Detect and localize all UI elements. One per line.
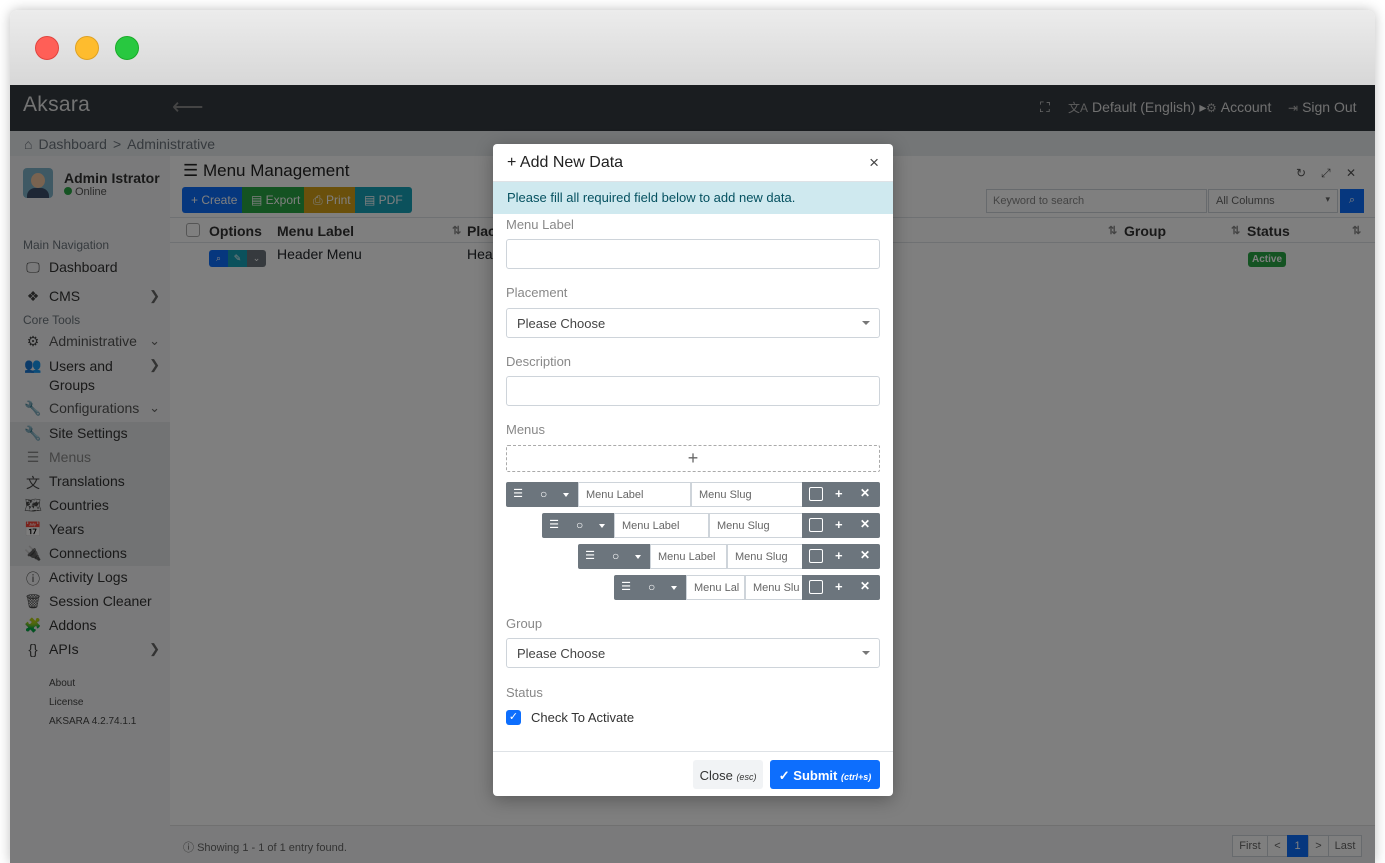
add-child-icon[interactable]: + — [835, 548, 843, 563]
menu-slug-field[interactable]: Menu Slug — [727, 544, 803, 569]
description-input[interactable] — [506, 376, 880, 406]
new-tab-checkbox[interactable] — [809, 549, 823, 563]
menu-label-field[interactable]: Menu Lal — [686, 575, 745, 600]
icon-picker[interactable]: ○ — [602, 544, 650, 569]
info-alert: Please fill all required field below to … — [493, 182, 893, 214]
circle-icon: ○ — [648, 580, 656, 594]
menus-label: Menus — [506, 422, 546, 437]
description-label: Description — [506, 354, 572, 369]
menu-item-row: ☰ ○ Menu Label Menu Slug + ✕ — [506, 482, 880, 507]
modal-title: + Add New Data — [507, 154, 624, 171]
check-icon: ✓ — [778, 768, 794, 783]
caret-down-icon — [862, 321, 870, 325]
menu-label-label: Menu Label — [506, 217, 574, 232]
circle-icon: ○ — [576, 518, 584, 532]
menu-item-row: ☰ ○ Menu Label Menu Slug + ✕ — [578, 544, 880, 569]
menu-slug-field[interactable]: Menu Slug — [709, 513, 803, 538]
circle-icon: ○ — [540, 487, 548, 501]
caret-down-icon — [862, 651, 870, 655]
minimize-window-button[interactable] — [75, 36, 99, 60]
close-icon[interactable]: × — [869, 153, 879, 173]
maximize-window-button[interactable] — [115, 36, 139, 60]
menu-slug-field[interactable]: Menu Slu — [745, 575, 803, 600]
submit-button[interactable]: ✓ Submit (ctrl+s) — [770, 760, 880, 789]
menu-item-row: ☰ ○ Menu Label Menu Slug + ✕ — [542, 513, 880, 538]
remove-icon[interactable]: ✕ — [860, 517, 870, 531]
remove-icon[interactable]: ✕ — [860, 486, 870, 500]
menu-row-tools: + ✕ — [802, 513, 880, 538]
new-tab-checkbox[interactable] — [809, 487, 823, 501]
close-button[interactable]: Close (esc) — [693, 760, 763, 789]
drag-handle-icon[interactable]: ☰ — [506, 482, 530, 507]
new-tab-checkbox[interactable] — [809, 518, 823, 532]
group-label: Group — [506, 616, 543, 631]
menu-slug-field[interactable]: Menu Slug — [691, 482, 803, 507]
drag-handle-icon[interactable]: ☰ — [542, 513, 566, 538]
status-checkbox-label[interactable]: Check To Activate — [531, 710, 634, 725]
close-window-button[interactable] — [35, 36, 59, 60]
menu-label-input[interactable] — [506, 239, 880, 269]
window-titlebar — [10, 10, 1375, 85]
status-label: Status — [506, 685, 543, 700]
group-select[interactable]: Please Choose — [506, 638, 880, 668]
add-data-modal: + Add New Data × Please fill all require… — [493, 144, 893, 796]
add-child-icon[interactable]: + — [835, 517, 843, 532]
status-checkbox[interactable]: ✓ — [506, 710, 521, 725]
menu-row-tools: + ✕ — [802, 482, 880, 507]
add-child-icon[interactable]: + — [835, 579, 843, 594]
add-child-icon[interactable]: + — [835, 486, 843, 501]
menu-label-field[interactable]: Menu Label — [614, 513, 709, 538]
modal-header: + Add New Data × — [493, 144, 893, 182]
add-menu-button[interactable]: + — [506, 445, 880, 472]
menu-label-field[interactable]: Menu Label — [578, 482, 691, 507]
drag-handle-icon[interactable]: ☰ — [614, 575, 638, 600]
circle-icon: ○ — [612, 549, 620, 563]
icon-picker[interactable]: ○ — [566, 513, 614, 538]
menu-row-tools: + ✕ — [802, 544, 880, 569]
drag-handle-icon[interactable]: ☰ — [578, 544, 602, 569]
remove-icon[interactable]: ✕ — [860, 579, 870, 593]
placement-select[interactable]: Please Choose — [506, 308, 880, 338]
placement-label: Placement — [506, 285, 568, 300]
icon-picker[interactable]: ○ — [638, 575, 686, 600]
new-tab-checkbox[interactable] — [809, 580, 823, 594]
menu-item-row: ☰ ○ Menu Lal Menu Slu + ✕ — [614, 575, 880, 600]
plus-icon: + — [507, 154, 520, 171]
menu-label-field[interactable]: Menu Label — [650, 544, 727, 569]
plus-icon: + — [687, 448, 699, 468]
icon-picker[interactable]: ○ — [530, 482, 578, 507]
menu-row-tools: + ✕ — [802, 575, 880, 600]
modal-footer: Close (esc) ✓ Submit (ctrl+s) — [493, 751, 893, 796]
check-icon: ✓ — [508, 711, 519, 723]
remove-icon[interactable]: ✕ — [860, 548, 870, 562]
